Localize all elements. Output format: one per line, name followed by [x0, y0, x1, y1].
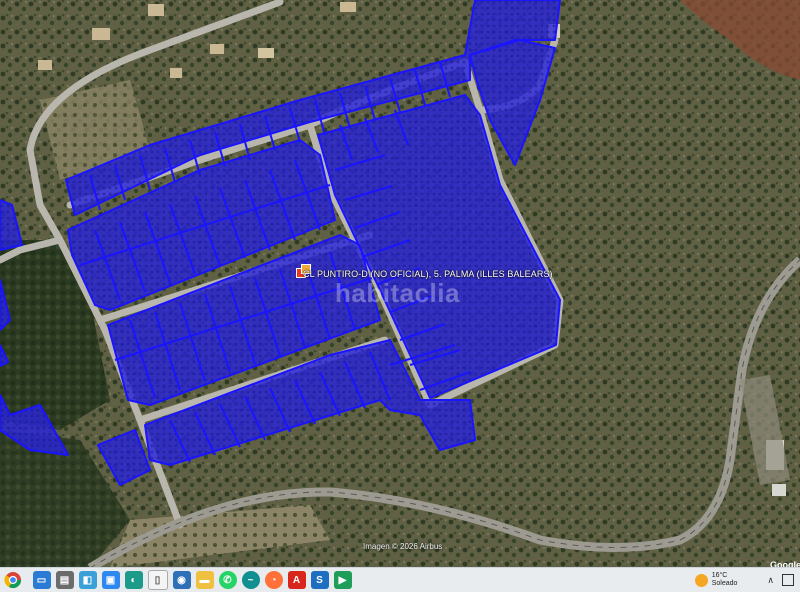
weather-temp: 16°C [711, 572, 728, 579]
system-tray: 16°C Soleado ∧ [694, 568, 800, 592]
green-app-icon[interactable]: ▶ [333, 571, 352, 589]
acrobat-icon[interactable]: A [287, 571, 306, 589]
firefox-icon[interactable]: ◔ [264, 571, 283, 589]
explorer-alt-icon[interactable]: ◉ [172, 571, 191, 589]
satellite-map[interactable]: CL PUNTIRO-D (NO OFICIAL), 5. PALMA (ILL… [0, 0, 800, 568]
sun-icon [694, 573, 708, 587]
chevron-up-icon[interactable]: ∧ [767, 575, 774, 586]
image-icon[interactable]: ▣ [101, 571, 120, 589]
edge-icon[interactable]: ◐ [124, 571, 143, 589]
weather-widget[interactable]: 16°C Soleado [694, 572, 738, 588]
imagery-credit: Imagen © 2026 Airbus [363, 542, 443, 551]
s-app-icon[interactable]: S [310, 571, 329, 589]
watermark: habitaclia [335, 278, 460, 308]
app-icon[interactable]: ◧ [78, 571, 97, 589]
folder-icon[interactable]: ▬ [195, 571, 214, 589]
explorer-icon[interactable]: ▤ [55, 571, 74, 589]
network-icon[interactable] [782, 574, 794, 586]
whatsapp-icon[interactable]: ✆ [218, 571, 237, 589]
swoosh-icon[interactable]: ~ [241, 571, 260, 589]
monitor-icon[interactable]: ▭ [32, 571, 51, 589]
file-icon[interactable]: ▯ [147, 570, 168, 590]
chrome-icon[interactable] [2, 569, 24, 591]
taskbar: ▭ ▤ ◧ ▣ ◐ ▯ ◉ ▬ ✆ ~ ◔ A S ▶ 16°C Soleado… [0, 567, 800, 592]
weather-desc: Soleado [711, 580, 738, 587]
